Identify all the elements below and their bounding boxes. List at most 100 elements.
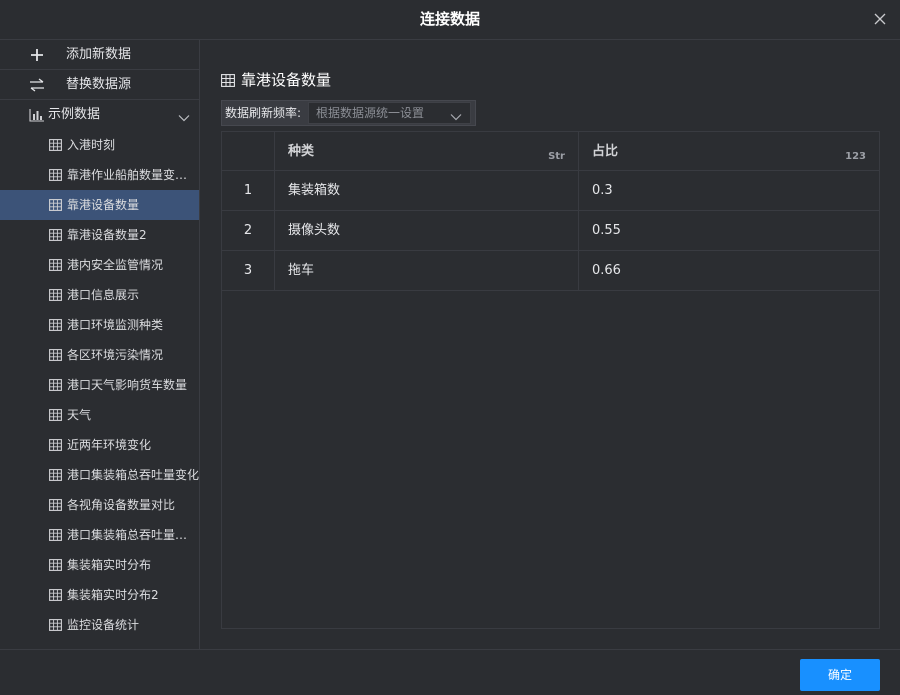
table-icon xyxy=(49,439,62,451)
table-cell-text: 拖车 xyxy=(288,263,315,278)
table-cell-text: 0.55 xyxy=(592,223,621,238)
header-cell-category[interactable]: 种类 Str xyxy=(275,132,579,171)
table-icon xyxy=(49,289,62,301)
refresh-frequency-value: 根据数据源统一设置 xyxy=(316,106,425,120)
table-icon xyxy=(49,619,62,631)
replace-data-source-label: 替换数据源 xyxy=(66,77,132,92)
table-icon xyxy=(49,349,62,361)
number-type-icon: 123 xyxy=(845,151,866,162)
sidebar-dataset-item[interactable]: 靠港设备数量2 xyxy=(0,220,199,250)
table-icon xyxy=(49,589,62,601)
table-cell[interactable]: 摄像头数 xyxy=(275,211,579,251)
sidebar-dataset-label: 港口天气影响货车数量 xyxy=(67,378,188,392)
sidebar-dataset-label: 港内安全监管情况 xyxy=(67,258,164,272)
table-cell[interactable]: 0.55 xyxy=(579,211,879,251)
close-icon[interactable] xyxy=(872,11,888,27)
table-cell[interactable]: 3 xyxy=(222,251,275,291)
sidebar-dataset-label: 各视角设备数量对比 xyxy=(67,498,176,512)
sidebar-dataset-item[interactable]: 港口集装箱总吞吐量变化情况 xyxy=(0,520,199,550)
table-cell[interactable]: 拖车 xyxy=(275,251,579,291)
table-icon xyxy=(49,199,62,211)
table-icon xyxy=(49,229,62,241)
sidebar-dataset-item[interactable]: 各视角设备数量对比 xyxy=(0,490,199,520)
table-icon xyxy=(49,409,62,421)
table-cell[interactable]: 集装箱数 xyxy=(275,171,579,211)
table-row: 1 集装箱数 0.3 xyxy=(222,171,879,211)
table-icon xyxy=(49,499,62,511)
confirm-button[interactable]: 确定 xyxy=(800,659,880,691)
table-icon xyxy=(49,559,62,571)
table-cell-text: 3 xyxy=(243,263,253,278)
sidebar-dataset-label: 靠港作业船舶数量变化情况 xyxy=(67,168,199,182)
refresh-frequency: 数据刷新频率: 根据数据源统一设置 xyxy=(221,100,476,126)
table-icon xyxy=(49,469,62,481)
refresh-frequency-label: 数据刷新频率: xyxy=(225,106,302,120)
sidebar-dataset-item[interactable]: 港口环境监测种类 xyxy=(0,310,199,340)
sidebar-dataset-label: 各区环境污染情况 xyxy=(67,348,164,362)
dataset-list: 入港时刻靠港作业船舶数量变化情况 靠港设备数量 靠港设备数量2 港内安全监管情况 港口信… xyxy=(0,130,199,640)
string-type-icon: Str xyxy=(548,151,565,162)
header-cell-ratio[interactable]: 占比 123 xyxy=(579,132,879,171)
table-row: 2 摄像头数 0.55 xyxy=(222,211,879,251)
sidebar-dataset-label: 集装箱实时分布2 xyxy=(67,588,159,602)
header-label: 占比 xyxy=(592,144,619,159)
sidebar-dataset-label: 天气 xyxy=(67,408,92,422)
sidebar-dataset-item[interactable]: 港口信息展示 xyxy=(0,280,199,310)
table-header-row: 种类 Str 占比 123 xyxy=(222,132,879,171)
plus-icon xyxy=(28,47,46,63)
main-panel: 靠港设备数量 数据刷新频率: 根据数据源统一设置 种类 Str 占比 123 1… xyxy=(201,40,900,649)
table-icon xyxy=(49,319,62,331)
table-icon xyxy=(49,169,62,181)
refresh-frequency-select[interactable]: 根据数据源统一设置 xyxy=(308,102,471,124)
sample-data-group[interactable]: 示例数据 xyxy=(0,100,199,130)
sidebar-dataset-item[interactable]: 天气 xyxy=(0,400,199,430)
sidebar: 添加新数据 替换数据源 示例数据 入港时刻靠港作业船舶数量变化情况 靠港设备数量靠… xyxy=(0,40,200,649)
table-icon xyxy=(49,529,62,541)
table-icon xyxy=(49,139,62,151)
table-cell-text: 1 xyxy=(243,183,253,198)
dialog-title: 连接数据 xyxy=(419,10,480,28)
sidebar-dataset-item[interactable]: 靠港作业船舶数量变化情况 xyxy=(0,160,199,190)
add-new-data-label: 添加新数据 xyxy=(66,47,132,62)
sidebar-dataset-label: 港口集装箱总吞吐量变化 xyxy=(67,468,199,482)
data-table: 种类 Str 占比 123 1 集装箱数 0.3 2 摄像头数 0.55 3 拖车 0.66 xyxy=(221,131,880,629)
sidebar-dataset-item[interactable]: 集装箱实时分布2 xyxy=(0,580,199,610)
sidebar-dataset-label: 港口信息展示 xyxy=(67,288,140,302)
table-cell[interactable]: 0.66 xyxy=(579,251,879,291)
add-new-data-button[interactable]: 添加新数据 xyxy=(0,40,199,70)
sidebar-dataset-label: 监控设备统计 xyxy=(67,618,140,632)
table-icon xyxy=(221,74,235,87)
sidebar-dataset-label: 靠港设备数量 xyxy=(67,198,140,212)
sidebar-dataset-item[interactable]: 集装箱实时分布 xyxy=(0,550,199,580)
sidebar-dataset-label: 近两年环境变化 xyxy=(67,438,152,452)
header-label: 种类 xyxy=(288,144,315,159)
table-cell-text: 0.66 xyxy=(592,263,621,278)
dataset-title: 靠港设备数量 xyxy=(241,71,332,89)
chevron-down-icon xyxy=(450,110,462,121)
sidebar-dataset-item[interactable]: 各区环境污染情况 xyxy=(0,340,199,370)
sample-data-label: 示例数据 xyxy=(48,107,101,122)
sidebar-dataset-item[interactable]: 港内安全监管情况 xyxy=(0,250,199,280)
bar-chart-icon xyxy=(29,108,45,122)
dialog-footer: 确定 xyxy=(0,649,900,695)
table-cell[interactable]: 2 xyxy=(222,211,275,251)
sidebar-dataset-label: 港口集装箱总吞吐量变化情况 xyxy=(67,528,199,542)
table-icon xyxy=(49,379,62,391)
table-cell-text: 0.3 xyxy=(592,183,613,198)
sidebar-dataset-item[interactable]: 监控设备统计 xyxy=(0,610,199,640)
header-cell-index xyxy=(222,132,275,171)
sidebar-dataset-item[interactable]: 靠港设备数量 xyxy=(0,190,199,220)
table-cell-text: 摄像头数 xyxy=(288,223,341,238)
sidebar-dataset-label: 集装箱实时分布 xyxy=(67,558,152,572)
replace-data-source-button[interactable]: 替换数据源 xyxy=(0,70,199,100)
table-cell-text: 2 xyxy=(243,223,253,238)
sidebar-dataset-item[interactable]: 港口天气影响货车数量 xyxy=(0,370,199,400)
sidebar-dataset-item[interactable]: 港口集装箱总吞吐量变化 xyxy=(0,460,199,490)
table-cell[interactable]: 1 xyxy=(222,171,275,211)
table-cell[interactable]: 0.3 xyxy=(579,171,879,211)
sidebar-dataset-label: 靠港设备数量2 xyxy=(67,228,147,242)
sidebar-dataset-item[interactable]: 近两年环境变化 xyxy=(0,430,199,460)
table-icon xyxy=(49,259,62,271)
dialog-titlebar: 连接数据 xyxy=(0,0,900,40)
sidebar-dataset-item[interactable]: 入港时刻 xyxy=(0,130,199,160)
